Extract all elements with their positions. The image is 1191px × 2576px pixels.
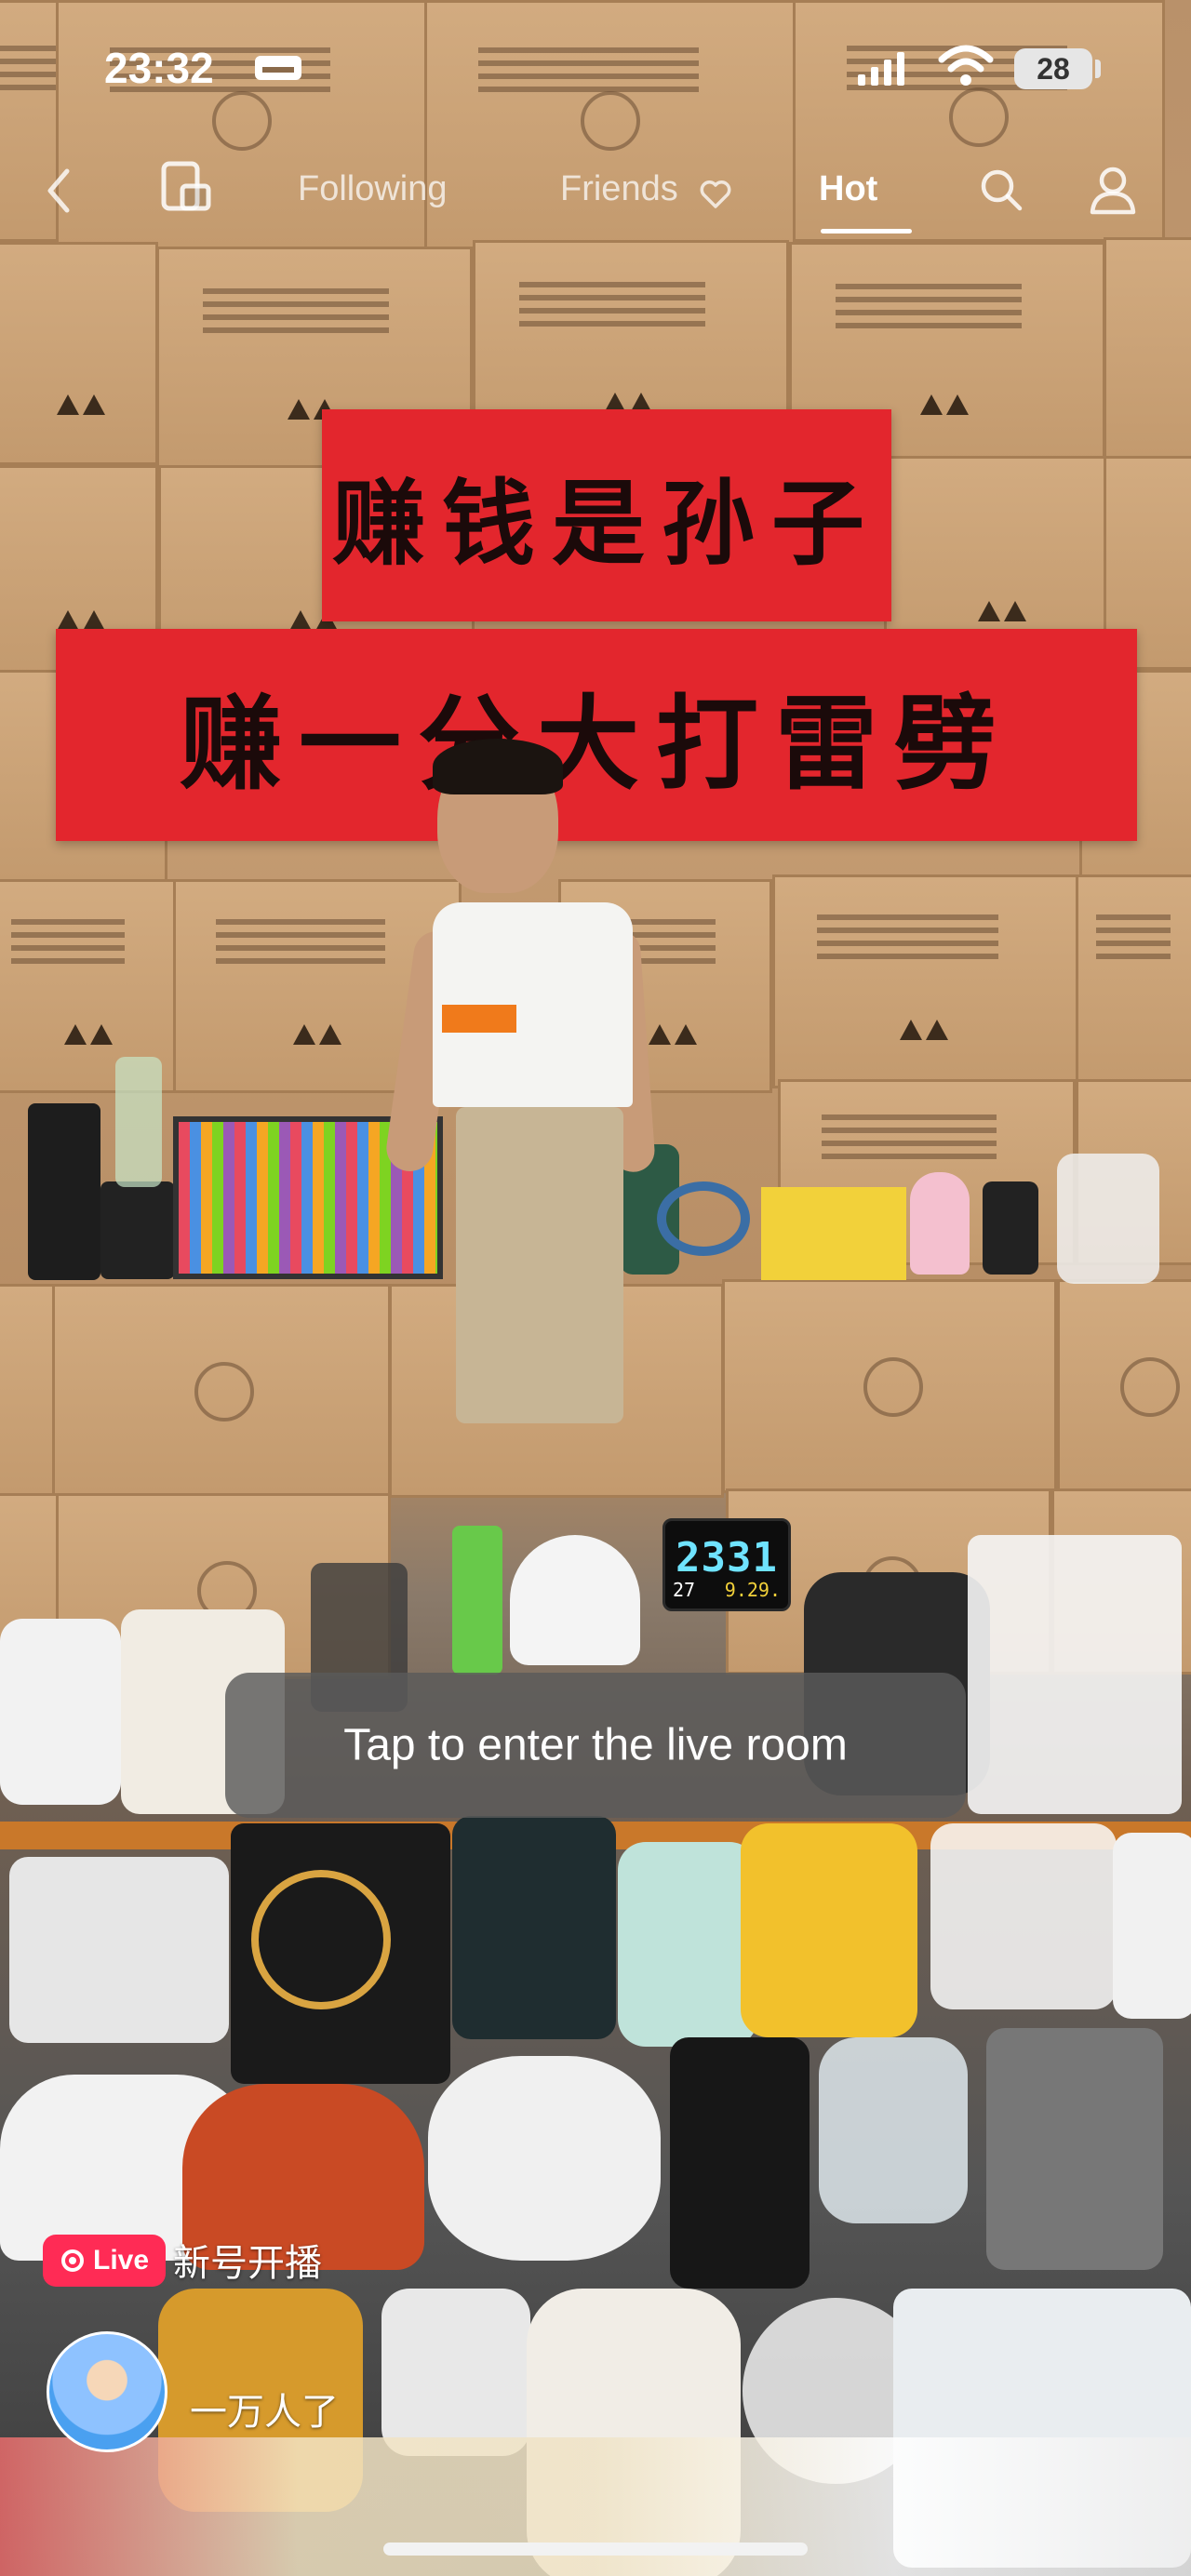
battery-cap bbox=[1095, 60, 1101, 78]
live-badge-label: Live bbox=[93, 2245, 150, 2276]
live-title[interactable]: 新号开播 bbox=[173, 2233, 322, 2287]
banner-top-text: 赚钱是孙子 bbox=[332, 468, 881, 579]
appliance-row-front bbox=[0, 1816, 1191, 2576]
wifi-icon bbox=[938, 45, 994, 86]
search-icon[interactable] bbox=[979, 167, 1024, 212]
battery-level: 28 bbox=[1037, 52, 1070, 86]
profile-icon[interactable] bbox=[1087, 164, 1139, 216]
back-icon[interactable] bbox=[45, 167, 73, 214]
live-preview[interactable]: 赚钱是孙子 赚一分大打雷劈 2331 27 9.29. 23:32 28 Fol… bbox=[0, 0, 1191, 2576]
heart-icon bbox=[700, 180, 731, 208]
home-indicator[interactable] bbox=[383, 2543, 808, 2556]
live-dot-icon bbox=[61, 2249, 84, 2272]
clock-temp: 27 bbox=[673, 1579, 696, 1601]
enter-live-room-toast[interactable]: Tap to enter the live room bbox=[225, 1673, 966, 1818]
status-bar: 23:32 28 bbox=[0, 0, 1191, 140]
avatar[interactable] bbox=[47, 2331, 167, 2452]
clock-date: 9.29. bbox=[724, 1579, 781, 1601]
toast-text: Tap to enter the live room bbox=[343, 1720, 848, 1770]
status-time: 23:32 bbox=[104, 44, 214, 92]
live-badge[interactable]: Live bbox=[43, 2235, 167, 2287]
tab-hot[interactable]: Hot bbox=[819, 169, 877, 209]
mini-player-icon[interactable] bbox=[160, 160, 214, 214]
tab-following[interactable]: Following bbox=[298, 169, 448, 209]
battery-icon: 28 bbox=[1014, 48, 1092, 89]
red-banner-top: 赚钱是孙子 bbox=[322, 409, 891, 621]
clock-time: 2331 bbox=[676, 1534, 778, 1582]
bed-icon bbox=[255, 56, 301, 80]
streamer bbox=[381, 739, 657, 1582]
digital-clock: 2331 27 9.29. bbox=[662, 1518, 791, 1611]
tab-hot-underline bbox=[821, 229, 912, 234]
tab-friends[interactable]: Friends bbox=[560, 169, 678, 209]
viewer-text: 一万人了 bbox=[190, 2391, 339, 2434]
signal-icon bbox=[858, 52, 904, 86]
